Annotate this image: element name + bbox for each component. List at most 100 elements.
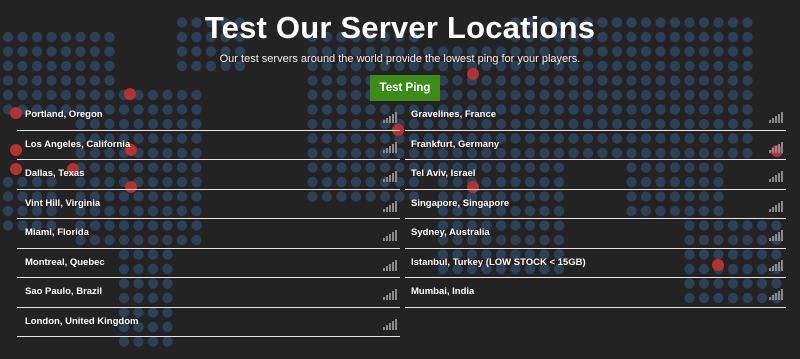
- server-row[interactable]: Miami, Florida: [17, 219, 400, 249]
- server-name: Gravelines, France: [411, 109, 497, 120]
- server-row[interactable]: Portland, Oregon: [17, 101, 400, 131]
- signal-bars-icon: [383, 258, 398, 271]
- signal-bar: [775, 204, 777, 212]
- signal-bar: [778, 202, 780, 212]
- signal-bar: [395, 200, 397, 212]
- signal-bar: [781, 259, 783, 271]
- signal-bar: [383, 208, 385, 212]
- server-name: Frankfurt, Germany: [411, 138, 500, 150]
- server-row[interactable]: London, United Kingdom: [17, 308, 400, 337]
- signal-bar: [769, 149, 771, 153]
- signal-bar: [392, 114, 394, 123]
- signal-bar: [386, 206, 388, 212]
- signal-bar: [778, 261, 780, 271]
- server-row[interactable]: Los Angeles, California: [17, 131, 400, 160]
- signal-bar: [392, 202, 394, 212]
- server-name: Montreal, Quebec: [25, 256, 105, 268]
- signal-bar: [769, 179, 771, 182]
- signal-bar: [781, 112, 783, 123]
- server-row[interactable]: Vint Hill, Virginia: [17, 190, 400, 219]
- server-name: Sao Paulo, Brazil: [25, 286, 103, 297]
- server-row[interactable]: Montreal, Quebec: [17, 249, 400, 278]
- signal-bar: [395, 171, 397, 182]
- signal-bar: [389, 293, 391, 300]
- signal-bars-icon: [769, 199, 784, 212]
- server-row[interactable]: Gravelines, France: [405, 101, 786, 131]
- signal-bar: [383, 238, 385, 241]
- signal-bar: [386, 295, 388, 300]
- signal-bar: [389, 204, 391, 212]
- signal-bar: [389, 145, 391, 153]
- server-row[interactable]: Frankfurt, Germany: [405, 131, 786, 160]
- signal-bar: [395, 230, 397, 241]
- signal-bar: [383, 149, 385, 153]
- signal-bar: [778, 291, 780, 300]
- signal-bar: [781, 289, 783, 300]
- test-ping-button[interactable]: Test Ping: [370, 75, 440, 101]
- signal-bar: [395, 289, 397, 300]
- signal-bars-icon: [383, 317, 398, 330]
- server-row[interactable]: Singapore, Singapore: [405, 190, 786, 219]
- signal-bar: [781, 200, 783, 212]
- signal-bar: [775, 116, 777, 123]
- server-row[interactable]: Tel Aviv, Israel: [405, 160, 786, 190]
- server-row[interactable]: Sydney, Australia: [405, 219, 786, 249]
- signal-bar: [386, 177, 388, 182]
- signal-bar: [383, 179, 385, 182]
- server-list-left: Portland, Oregon Los Angeles, California…: [17, 101, 400, 337]
- signal-bar: [383, 267, 385, 271]
- signal-bar: [383, 297, 385, 300]
- server-name: Singapore, Singapore: [411, 197, 510, 209]
- signal-bars-icon: [769, 169, 784, 182]
- signal-bar: [775, 263, 777, 271]
- signal-bar: [383, 326, 385, 330]
- signal-bar: [389, 234, 391, 241]
- server-name: Sydney, Australia: [411, 227, 490, 238]
- signal-bar: [386, 236, 388, 241]
- signal-bar: [781, 230, 783, 241]
- server-name: London, United Kingdom: [25, 315, 139, 327]
- signal-bar: [392, 173, 394, 182]
- signal-bars-icon: [383, 140, 398, 153]
- signal-bar: [392, 320, 394, 330]
- server-row[interactable]: Mumbai, India: [405, 278, 786, 308]
- signal-bar: [395, 141, 397, 153]
- signal-bar: [386, 324, 388, 330]
- page-subtitle: Our test servers around the world provid…: [219, 53, 581, 65]
- signal-bar: [772, 206, 774, 212]
- signal-bar: [778, 232, 780, 241]
- server-name: Portland, Oregon: [25, 109, 103, 120]
- server-row[interactable]: Istanbul, Turkey (LOW STOCK < 15GB): [405, 249, 786, 278]
- signal-bar: [775, 175, 777, 182]
- signal-bar: [769, 238, 771, 241]
- server-name: Dallas, Texas: [25, 168, 85, 179]
- signal-bar: [392, 143, 394, 153]
- signal-bar: [389, 263, 391, 271]
- server-name: Istanbul, Turkey (LOW STOCK < 15GB): [411, 256, 586, 268]
- signal-bar: [772, 265, 774, 271]
- signal-bar: [392, 291, 394, 300]
- signal-bar: [772, 147, 774, 153]
- signal-bar: [781, 171, 783, 182]
- signal-bar: [392, 261, 394, 271]
- signal-bar: [392, 232, 394, 241]
- signal-bars-icon: [769, 287, 784, 300]
- signal-bar: [778, 173, 780, 182]
- signal-bar: [769, 120, 771, 123]
- server-row[interactable]: Dallas, Texas: [17, 160, 400, 190]
- signal-bar: [772, 118, 774, 123]
- signal-bar: [383, 120, 385, 123]
- signal-bar: [395, 259, 397, 271]
- signal-bar: [389, 116, 391, 123]
- signal-bar: [769, 208, 771, 212]
- signal-bar: [386, 118, 388, 123]
- server-name: Mumbai, India: [411, 286, 475, 297]
- server-name: Tel Aviv, Israel: [411, 168, 476, 179]
- signal-bar: [386, 147, 388, 153]
- signal-bar: [389, 175, 391, 182]
- signal-bars-icon: [383, 287, 398, 300]
- server-list-right: Gravelines, France Frankfurt, Germany Te…: [405, 101, 786, 308]
- server-row[interactable]: Sao Paulo, Brazil: [17, 278, 400, 308]
- signal-bars-icon: [383, 110, 398, 123]
- signal-bars-icon: [769, 110, 784, 123]
